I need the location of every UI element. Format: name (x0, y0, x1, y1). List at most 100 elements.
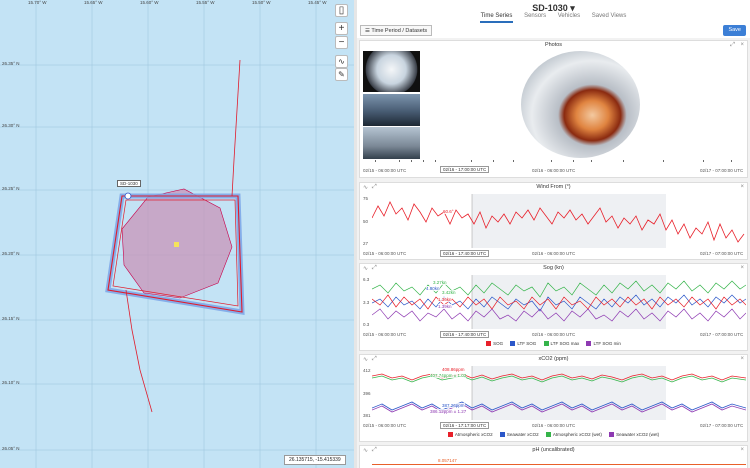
series-value: 4.80kn (426, 286, 440, 291)
time-label-start: 02/15 - 06:00:00 UTC (363, 423, 407, 428)
close-icon[interactable]: × (740, 42, 744, 48)
series-value: 387.26ppm (442, 403, 465, 408)
chart-legend: SOG LTF SOG LTF SOG max LTF SOG min (360, 341, 747, 347)
time-label-mid: 02/16 - 06:00:00 UTC (532, 423, 576, 428)
legend-item[interactable]: Seawater xCO2 (wet) (609, 432, 659, 438)
panel-title: xCO2 (ppm) (538, 356, 569, 362)
legend-item[interactable]: LTF SOG min (586, 341, 621, 347)
panel-title: pH (uncalibrated) (532, 447, 575, 453)
y-label-bottom: 0.3 (363, 322, 370, 327)
cursor-value: 60.6° (443, 209, 454, 214)
time-label-start: 02/15 - 06:00:00 UTC (363, 332, 407, 337)
lat-label: 26.25° N (2, 186, 20, 191)
close-icon[interactable]: × (740, 447, 744, 453)
y-label-mid: 50 (363, 219, 369, 224)
panel-title: Photos (544, 42, 563, 48)
wind-chart[interactable] (372, 194, 746, 248)
resize-icon[interactable]: ⤢ (372, 356, 377, 363)
tab-sensors[interactable]: Sensors (523, 13, 547, 21)
series-value: 3.42kn (442, 290, 456, 295)
tab-vehicles[interactable]: Vehicles (557, 13, 581, 21)
resize-icon[interactable]: ⤢ (372, 184, 377, 191)
series-value: 407.74ppm ± 1.03 (430, 373, 467, 378)
time-cursor-label: 02/16 - 17:40:00 UTC (440, 250, 490, 257)
photo-main[interactable] (521, 51, 640, 158)
y-label-bottom: 381 (363, 413, 371, 418)
lat-label: 26.15° N (2, 316, 20, 321)
xco2-chart[interactable] (372, 366, 746, 420)
chart-icon[interactable]: ∿ (363, 265, 368, 272)
lat-label: 26.20° N (2, 251, 20, 256)
chart-legend: Atmospheric xCO2 Seawater xCO2 Atmospher… (360, 432, 747, 438)
time-label-start: 02/15 - 06:00:00 UTC (363, 251, 407, 256)
cursor-coordinates: 26.135715, -15.415339 (284, 455, 346, 465)
photo-thumbnail[interactable] (363, 127, 420, 159)
time-label-mid: 02/16 - 06:00:00 UTC (532, 251, 576, 256)
y-label-bottom: 27 (363, 241, 369, 246)
resize-icon[interactable]: ⤢ (372, 265, 377, 272)
series-value: 8.057147 (438, 458, 457, 463)
photo-thumbnail[interactable] (363, 51, 420, 92)
save-button[interactable]: Save (723, 25, 746, 36)
time-label-end: 02/17 - 07:00:00 UTC (700, 168, 744, 173)
lon-label: 15.60° W (140, 0, 159, 5)
close-icon[interactable]: × (740, 184, 744, 190)
zoom-in-button[interactable]: + (335, 22, 348, 35)
legend-item[interactable]: Atmospheric xCO2 (wet) (545, 432, 602, 438)
expand-icon[interactable]: ⤢ (730, 42, 735, 49)
legend-item[interactable]: SOG (486, 341, 503, 347)
time-cursor-label: 02/16 - 17:40:00 UTC (440, 331, 490, 338)
chart-icon[interactable]: ∿ (363, 356, 368, 363)
tab-saved-views[interactable]: Saved Views (591, 13, 628, 21)
close-icon[interactable]: × (740, 356, 744, 362)
y-label-top: 412 (363, 368, 371, 373)
lon-label: 15.65° W (84, 0, 103, 5)
legend-item[interactable]: LTF SOG max (543, 341, 579, 347)
ph-series-line (372, 464, 746, 465)
series-value: 408.86ppm (442, 367, 465, 372)
time-period-button[interactable]: ☰ Time Period / Datasets (360, 25, 433, 36)
header: SD-1030 ▾ Time Series Sensors Vehicles S… (357, 0, 750, 38)
chart-icon[interactable]: ∿ (363, 447, 368, 454)
legend-item[interactable]: LTF SOG (510, 341, 536, 347)
series-value: 1.39kn (438, 304, 452, 309)
y-label-mid: 3.3 (363, 300, 370, 305)
time-label-mid: 02/16 - 06:00:00 UTC (532, 168, 576, 173)
time-label-end: 02/17 - 07:00:00 UTC (700, 423, 744, 428)
y-label-top: 6.3 (363, 277, 370, 282)
lat-label: 26.30° N (2, 123, 20, 128)
zoom-out-button[interactable]: − (335, 36, 348, 49)
legend-item[interactable]: Seawater xCO2 (499, 432, 539, 438)
vessel-label[interactable]: SD-1030 (117, 180, 141, 187)
measure-icon[interactable]: ✎ (335, 68, 348, 81)
tab-time-series[interactable]: Time Series (479, 13, 514, 23)
sog-panel: Sog (kn) ∿ ⤢ × 6.3 3.3 0.3 3.27kn 4.80kn… (359, 263, 748, 351)
legend-item[interactable]: Atmospheric xCO2 (447, 432, 493, 438)
map-canvas[interactable] (0, 0, 354, 468)
resize-icon[interactable]: ⤢ (372, 447, 377, 454)
sog-chart[interactable] (372, 275, 746, 329)
time-cursor-label: 02/16 - 17:00:00 UTC (440, 166, 490, 173)
vessel-marker (124, 192, 132, 200)
time-series-pane: SD-1030 ▾ Time Series Sensors Vehicles S… (357, 0, 750, 468)
chart-icon[interactable]: ∿ (363, 184, 368, 191)
lon-label: 15.55° W (196, 0, 215, 5)
time-label-end: 02/17 - 07:00:00 UTC (700, 332, 744, 337)
chart-icon[interactable]: ∿ (335, 55, 348, 68)
panel-title: Wind From (°) (536, 184, 571, 190)
series-value: 1.36kn (438, 297, 452, 302)
layers-icon[interactable]: ▯ (335, 4, 348, 17)
lat-label: 26.05° N (2, 446, 20, 451)
time-label-start: 02/15 - 06:00:00 UTC (363, 168, 407, 173)
time-cursor-label: 02/16 - 17:17:00 UTC (440, 422, 490, 429)
panel-title: Sog (kn) (543, 265, 564, 271)
xco2-panel: xCO2 (ppm) ∿ ⤢ × 412 396 381 408.86ppm 4… (359, 354, 748, 442)
lat-label: 26.10° N (2, 380, 20, 385)
map-view[interactable]: 15.70° W 15.65° W 15.60° W 15.55° W 15.5… (0, 0, 354, 468)
y-label-top: 75 (363, 196, 369, 201)
photo-thumbnail[interactable] (363, 94, 420, 126)
time-label-end: 02/17 - 07:00:00 UTC (700, 251, 744, 256)
close-icon[interactable]: × (740, 265, 744, 271)
wind-panel: Wind From (°) ∿ ⤢ × 75 50 27 60.6° 02/15… (359, 182, 748, 260)
photo-timeline[interactable] (363, 159, 746, 163)
